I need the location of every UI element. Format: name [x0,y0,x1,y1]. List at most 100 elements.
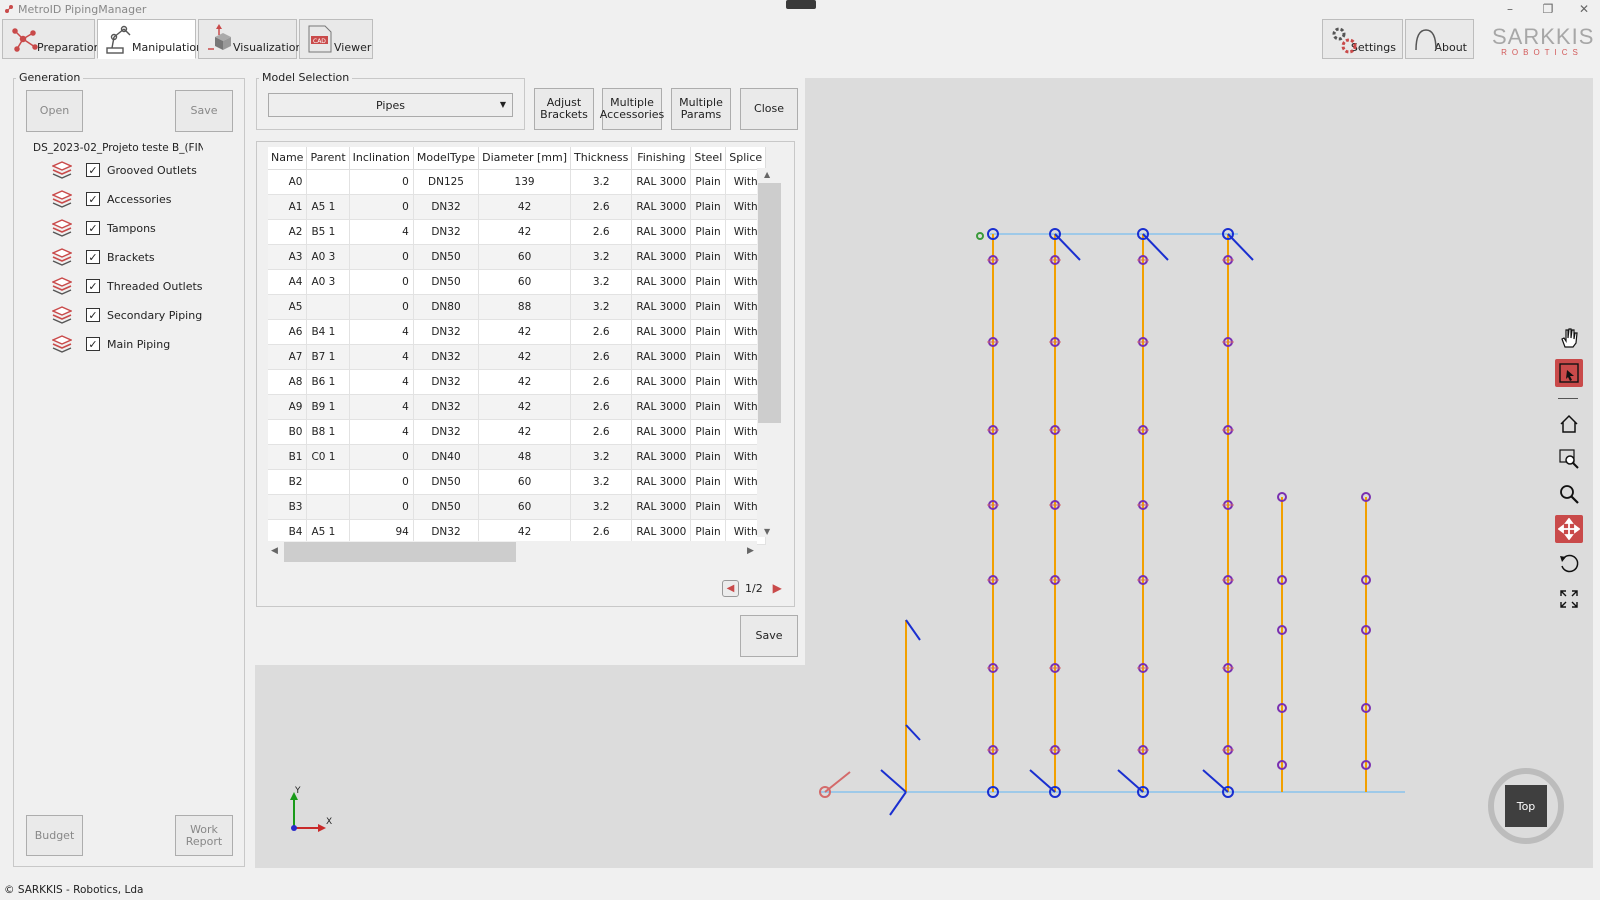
table-cell[interactable]: RAL 3000 [631,269,692,295]
table-cell[interactable]: 4 [349,219,414,245]
3d-viewport-lower[interactable] [255,665,810,868]
table-cell[interactable]: A3 [268,244,308,270]
table-cell[interactable]: Plain [690,469,727,495]
table-cell[interactable]: A5 [268,294,308,320]
table-cell[interactable]: 2.6 [570,369,633,395]
table-cell[interactable]: B5 1 [306,219,350,245]
table-cell[interactable]: 3.2 [570,494,633,520]
column-header[interactable]: Steel [690,147,727,170]
table-cell[interactable]: DN32 [413,369,480,395]
table-cell[interactable]: 0 [349,444,414,470]
table-row[interactable]: B0 B8 1 4 DN32 42 2.6 RAL 3000 Plain With [268,419,767,445]
table-row[interactable]: B2 0 DN50 60 3.2 RAL 3000 Plain With [268,469,767,495]
scroll-right-icon[interactable]: ▶ [747,546,754,556]
table-cell[interactable]: A1 [268,194,308,220]
table-cell[interactable]: Plain [690,319,727,345]
pipes-table[interactable]: Name Parent Inclination ModelType Diameter [… [268,147,767,545]
table-cell[interactable]: 2.6 [570,394,633,420]
table-cell[interactable]: 42 [478,419,572,445]
table-cell[interactable]: A8 [268,369,308,395]
table-cell[interactable]: 3.2 [570,444,633,470]
work-report-button[interactable]: Work Report [175,815,233,856]
zoom-window-tool[interactable] [1555,445,1583,473]
column-header[interactable]: Finishing [631,147,692,170]
layer-item[interactable]: ✓ Threaded Outlets [52,275,203,297]
table-cell[interactable]: 3.2 [570,269,633,295]
table-cell[interactable]: 4 [349,344,414,370]
column-header[interactable]: ModelType [413,147,480,170]
top-view-button[interactable]: Top [1505,785,1547,827]
table-cell[interactable]: 3.2 [570,469,633,495]
table-cell[interactable]: 4 [349,394,414,420]
table-cell[interactable]: A7 [268,344,308,370]
column-header[interactable]: Parent [306,147,350,170]
column-header[interactable]: Inclination [349,147,414,170]
table-cell[interactable]: 0 [349,294,414,320]
close-button[interactable]: ✕ [1564,0,1600,18]
table-cell[interactable] [306,469,350,495]
view-cube[interactable]: Top [1488,768,1564,844]
table-cell[interactable]: 42 [478,394,572,420]
table-cell[interactable]: Plain [690,419,727,445]
table-cell[interactable]: A0 [268,169,308,195]
table-cell[interactable]: 2.6 [570,319,633,345]
table-cell[interactable] [306,494,350,520]
hand-tool[interactable] [1555,324,1583,352]
table-cell[interactable]: RAL 3000 [631,294,692,320]
about-button[interactable]: About [1405,19,1474,59]
table-row[interactable]: A9 B9 1 4 DN32 42 2.6 RAL 3000 Plain With [268,394,767,420]
table-cell[interactable]: C0 1 [306,444,350,470]
scroll-up-icon[interactable]: ▲ [764,170,770,179]
table-cell[interactable] [306,294,350,320]
restore-button[interactable]: ❐ [1528,0,1568,18]
table-cell[interactable]: DN32 [413,194,480,220]
table-cell[interactable]: Plain [690,194,727,220]
table-row[interactable]: A3 A0 3 0 DN50 60 3.2 RAL 3000 Plain With [268,244,767,270]
table-cell[interactable]: 2.6 [570,344,633,370]
table-cell[interactable]: RAL 3000 [631,319,692,345]
table-cell[interactable]: A9 [268,394,308,420]
table-cell[interactable]: 42 [478,194,572,220]
home-view-tool[interactable] [1555,410,1583,438]
table-cell[interactable]: 3.2 [570,244,633,270]
multiple-params-button[interactable]: Multiple Params [671,88,731,130]
table-cell[interactable]: Plain [690,269,727,295]
table-cell[interactable]: Plain [690,394,727,420]
table-cell[interactable]: Plain [690,294,727,320]
next-page-button[interactable]: ▶ [769,580,786,597]
drag-handle[interactable] [786,0,816,9]
table-row[interactable]: A6 B4 1 4 DN32 42 2.6 RAL 3000 Plain With [268,319,767,345]
layer-checkbox[interactable]: ✓ [86,221,100,235]
table-cell[interactable]: 42 [478,319,572,345]
table-row[interactable]: B3 0 DN50 60 3.2 RAL 3000 Plain With [268,494,767,520]
tab-visualization[interactable]: Visualization [198,19,302,59]
table-cell[interactable]: B7 1 [306,344,350,370]
table-cell[interactable]: 139 [478,169,572,195]
layer-item[interactable]: ✓ Secondary Piping [52,304,202,326]
table-cell[interactable]: RAL 3000 [631,469,692,495]
settings-button[interactable]: Settings [1322,19,1403,59]
layer-item[interactable]: ✓ Grooved Outlets [52,159,197,181]
table-row[interactable]: A4 A0 3 0 DN50 60 3.2 RAL 3000 Plain With [268,269,767,295]
table-cell[interactable]: 0 [349,194,414,220]
table-cell[interactable]: DN50 [413,244,480,270]
scroll-left-icon[interactable]: ◀ [271,546,278,556]
table-cell[interactable]: DN32 [413,394,480,420]
layer-checkbox[interactable]: ✓ [86,250,100,264]
table-cell[interactable]: DN125 [413,169,480,195]
layer-item[interactable]: ✓ Brackets [52,246,155,268]
budget-button[interactable]: Budget [26,815,83,856]
adjust-brackets-button[interactable]: Adjust Brackets [534,88,594,130]
table-cell[interactable]: B2 [268,469,308,495]
table-cell[interactable]: Plain [690,219,727,245]
table-cell[interactable]: Plain [690,369,727,395]
table-cell[interactable]: DN32 [413,319,480,345]
table-cell[interactable]: 3.2 [570,294,633,320]
column-header[interactable]: Splice [725,147,767,170]
table-cell[interactable]: DN32 [413,419,480,445]
table-cell[interactable]: 0 [349,244,414,270]
table-cell[interactable]: 42 [478,219,572,245]
table-cell[interactable]: 0 [349,169,414,195]
table-cell[interactable] [306,169,350,195]
table-cell[interactable]: 42 [478,369,572,395]
